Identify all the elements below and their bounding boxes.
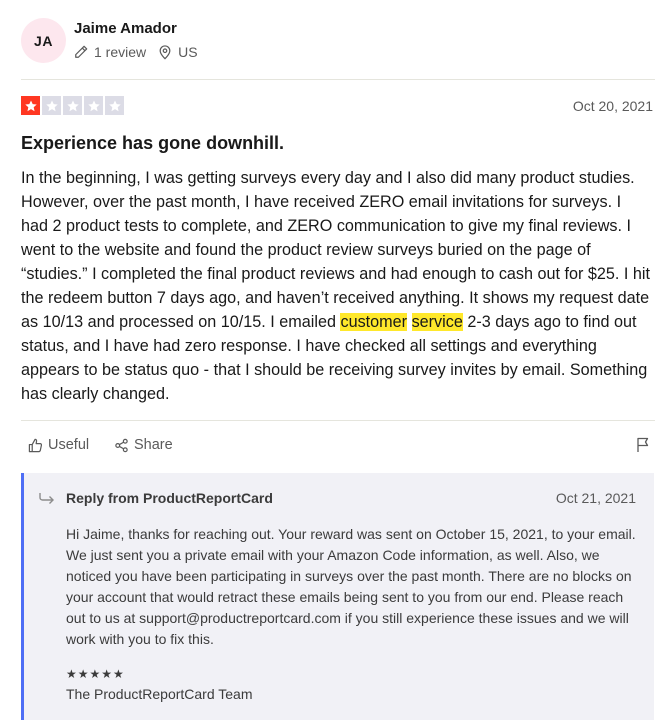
review-date: Oct 20, 2021	[572, 98, 653, 114]
review-count: 1 review	[74, 44, 146, 60]
review-count-label: 1 review	[94, 44, 147, 60]
reply-title: Reply from ProductReportCard	[66, 490, 273, 506]
flag-icon	[637, 437, 649, 452]
review-title[interactable]: Experience has gone downhill.	[21, 133, 284, 154]
reply-date: Oct 21, 2021	[555, 490, 636, 506]
useful-label: Useful	[48, 437, 90, 453]
country-label: US	[178, 44, 198, 60]
reply-signature: The ProductReportCard Team	[66, 686, 253, 702]
review-body: In the beginning, I was getting surveys …	[21, 166, 651, 406]
useful-button[interactable]: Useful	[28, 437, 89, 453]
share-label: Share	[134, 437, 173, 453]
review-actions: Useful Share	[28, 437, 655, 457]
reviewer-country: US	[158, 44, 198, 60]
reviewer-name[interactable]: Jaime Amador	[74, 20, 177, 37]
header-divider	[21, 79, 655, 80]
share-icon	[115, 438, 128, 452]
reply-arrow-icon	[39, 493, 54, 504]
report-button[interactable]	[636, 437, 655, 453]
highlighted-term: customer	[340, 313, 408, 331]
star-icon	[42, 96, 61, 115]
reply-text: Hi Jaime, thanks for reaching out. Your …	[66, 526, 636, 647]
location-pin-icon	[159, 44, 171, 59]
pencil-icon	[75, 45, 88, 58]
reviewer-avatar[interactable]: JA	[21, 18, 66, 63]
star-icon	[63, 96, 82, 115]
actions-divider	[21, 420, 655, 421]
star-rating	[21, 96, 126, 115]
thumbs-up-icon	[28, 438, 43, 452]
star-icon	[84, 96, 103, 115]
company-reply: Reply from ProductReportCard Oct 21, 202…	[21, 473, 654, 720]
reviewer-meta: 1 review US	[74, 44, 210, 60]
review-body-part-1: In the beginning, I was getting surveys …	[21, 169, 650, 331]
reply-stars: ★★★★★	[66, 667, 125, 681]
review-body-space	[407, 313, 412, 331]
highlighted-term: service	[411, 313, 463, 331]
share-button[interactable]: Share	[114, 437, 173, 453]
star-icon	[105, 96, 124, 115]
star-icon	[21, 96, 40, 115]
